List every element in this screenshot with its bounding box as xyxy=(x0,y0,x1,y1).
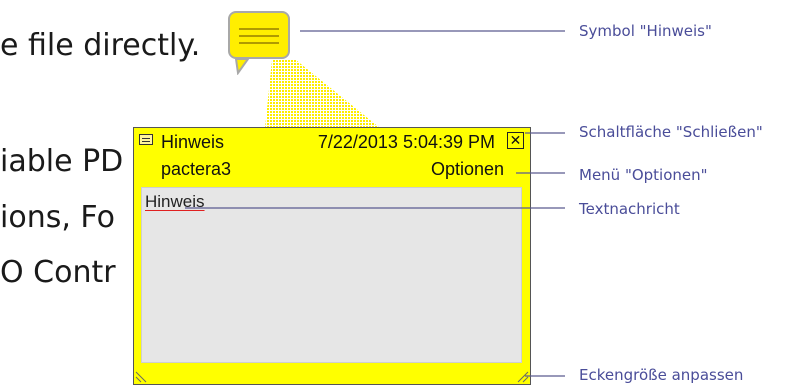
callout-label-note-symbol: Symbol "Hinweis" xyxy=(579,22,712,40)
popup-timestamp: 7/22/2013 5:04:39 PM xyxy=(317,132,495,152)
options-menu[interactable]: Optionen xyxy=(431,159,504,180)
document-text-line: iable PD xyxy=(0,144,124,179)
callout-label-close-button: Schaltfläche "Schließen" xyxy=(579,123,763,141)
comment-note-icon[interactable] xyxy=(228,11,290,75)
document-text-line: e file directly. xyxy=(0,28,201,63)
options-dropdown-icon[interactable]: - xyxy=(516,167,520,179)
callout-label-text-message: Textnachricht xyxy=(579,200,680,218)
callout-label-options-menu: Menü "Optionen" xyxy=(579,166,708,184)
popup-titlebar[interactable]: Hinweis 7/22/2013 5:04:39 PM ✕ pactera3 … xyxy=(134,128,530,180)
document-text-line: O Contr xyxy=(0,255,116,290)
resize-corner-icon[interactable] xyxy=(517,371,529,383)
callout-label-resize-corner: Eckengröße anpassen xyxy=(579,366,744,384)
close-icon[interactable]: ✕ xyxy=(507,132,524,149)
resize-corner-icon[interactable] xyxy=(135,371,147,383)
popup-author: pactera3 xyxy=(161,159,232,179)
document-text-line: ions, Fo xyxy=(0,200,115,235)
note-text-area[interactable]: Hinweis xyxy=(141,187,522,363)
popup-title: Hinweis xyxy=(161,132,225,152)
annotation-popup: Hinweis 7/22/2013 5:04:39 PM ✕ pactera3 … xyxy=(133,127,531,385)
note-message[interactable]: Hinweis xyxy=(145,192,205,212)
note-small-icon xyxy=(139,134,153,145)
